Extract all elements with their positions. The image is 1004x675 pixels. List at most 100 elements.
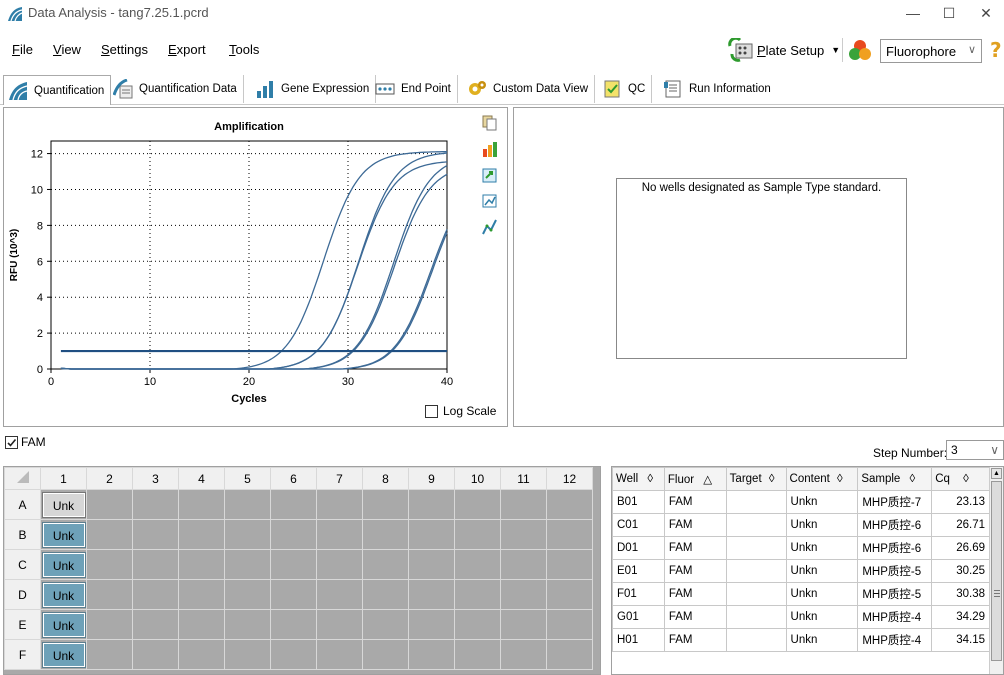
plate-well[interactable]: [408, 639, 455, 670]
copy-icon[interactable]: [481, 114, 499, 132]
plate-col-header[interactable]: 8: [362, 467, 409, 490]
export-chart-icon[interactable]: [481, 166, 499, 184]
col-header-target[interactable]: Target ◊: [725, 467, 787, 491]
scroll-thumb[interactable]: [991, 481, 1002, 661]
log-scale-checkbox[interactable]: [425, 404, 438, 418]
plate-well[interactable]: [316, 489, 363, 520]
plate-well[interactable]: [500, 519, 547, 550]
plate-well[interactable]: [454, 549, 501, 580]
plate-well[interactable]: [362, 549, 409, 580]
plate-well[interactable]: [224, 639, 271, 670]
col-header-content[interactable]: Content ◊: [785, 467, 859, 491]
plate-well[interactable]: [546, 519, 593, 550]
plate-well[interactable]: [500, 549, 547, 580]
plate-well[interactable]: [454, 579, 501, 610]
fluorophore-select[interactable]: Fluorophore ∨: [880, 39, 982, 63]
plate-well[interactable]: [316, 639, 363, 670]
help-icon[interactable]: ?: [988, 39, 1004, 61]
plate-col-header[interactable]: 10: [454, 467, 501, 490]
plate-row-header[interactable]: D: [4, 579, 41, 610]
plate-well[interactable]: [408, 579, 455, 610]
plate-well[interactable]: [408, 549, 455, 580]
plate-well[interactable]: Unk: [40, 639, 87, 670]
maximize-button[interactable]: ☐: [931, 2, 967, 26]
plate-well[interactable]: [178, 639, 225, 670]
plate-well[interactable]: [270, 519, 317, 550]
well-unknown-badge[interactable]: Unk: [41, 491, 86, 518]
plate-well[interactable]: [454, 489, 501, 520]
plate-well[interactable]: [132, 579, 179, 610]
table-row[interactable]: F01 FAM Unkn MHP质控-5 30.38: [612, 582, 990, 606]
plate-well[interactable]: [86, 609, 133, 640]
menu-view[interactable]: View: [53, 42, 81, 57]
tab-end-point[interactable]: End Point: [371, 75, 458, 103]
tab-gene-expression[interactable]: Gene Expression: [251, 75, 377, 103]
plate-well[interactable]: [132, 639, 179, 670]
well-unknown-badge[interactable]: Unk: [41, 521, 86, 548]
well-unknown-badge[interactable]: Unk: [41, 551, 86, 578]
plate-corner[interactable]: [4, 467, 41, 490]
plate-well[interactable]: [270, 639, 317, 670]
plate-well[interactable]: [86, 639, 133, 670]
plate-well[interactable]: [86, 519, 133, 550]
plate-well[interactable]: [454, 609, 501, 640]
plate-well[interactable]: Unk: [40, 549, 87, 580]
plate-well[interactable]: [224, 579, 271, 610]
well-unknown-badge[interactable]: Unk: [41, 581, 86, 608]
menu-tools[interactable]: Tools: [229, 42, 259, 57]
tab-run-information[interactable]: Run Information: [659, 75, 777, 103]
table-row[interactable]: H01 FAM Unkn MHP质控-4 34.15: [612, 628, 990, 652]
plate-well[interactable]: [500, 489, 547, 520]
table-row[interactable]: C01 FAM Unkn MHP质控-6 26.71: [612, 513, 990, 537]
plate-well[interactable]: [500, 579, 547, 610]
plate-well[interactable]: [500, 609, 547, 640]
scroll-up-icon[interactable]: ▲: [991, 468, 1002, 479]
table-row[interactable]: G01 FAM Unkn MHP质控-4 34.29: [612, 605, 990, 629]
plate-well[interactable]: [86, 489, 133, 520]
plate-well[interactable]: Unk: [40, 489, 87, 520]
log-scale-toggle[interactable]: Log Scale: [425, 404, 496, 418]
col-header-well[interactable]: Well ◊: [612, 467, 665, 491]
plate-well[interactable]: [132, 519, 179, 550]
plate-well[interactable]: [408, 489, 455, 520]
col-header-fluor[interactable]: Fluor △: [663, 467, 727, 491]
plate-setup-button[interactable]: Plate Setup ▼: [728, 38, 840, 62]
plate-well[interactable]: [224, 549, 271, 580]
plate-row-header[interactable]: A: [4, 489, 41, 520]
plate-well[interactable]: [362, 519, 409, 550]
color-circles-icon[interactable]: [847, 37, 873, 63]
plate-well[interactable]: [224, 609, 271, 640]
plate-col-header[interactable]: 11: [500, 467, 547, 490]
plate-well[interactable]: [546, 549, 593, 580]
plate-well[interactable]: [132, 609, 179, 640]
plate-well[interactable]: [178, 609, 225, 640]
table-row[interactable]: D01 FAM Unkn MHP质控-6 26.69: [612, 536, 990, 560]
plate-col-header[interactable]: 5: [224, 467, 271, 490]
col-header-sample[interactable]: Sample ◊: [857, 467, 933, 491]
plate-well[interactable]: [270, 609, 317, 640]
plate-col-header[interactable]: 1: [40, 467, 87, 490]
curve-fit-icon[interactable]: [481, 218, 499, 236]
plate-well[interactable]: [362, 609, 409, 640]
table-row[interactable]: E01 FAM Unkn MHP质控-5 30.25: [612, 559, 990, 583]
results-scrollbar[interactable]: ▲: [989, 467, 1003, 674]
well-unknown-badge[interactable]: Unk: [41, 611, 86, 638]
plate-well[interactable]: Unk: [40, 609, 87, 640]
plate-well[interactable]: [316, 519, 363, 550]
plate-well[interactable]: [454, 519, 501, 550]
plate-well[interactable]: [546, 489, 593, 520]
plate-well[interactable]: [362, 579, 409, 610]
fam-filter[interactable]: FAM: [5, 435, 46, 449]
plate-well[interactable]: [178, 579, 225, 610]
plate-well[interactable]: [362, 639, 409, 670]
plate-col-header[interactable]: 7: [316, 467, 363, 490]
plate-well[interactable]: [178, 519, 225, 550]
tab-qc[interactable]: QC: [598, 75, 653, 103]
plate-well[interactable]: [316, 579, 363, 610]
menu-settings[interactable]: Settings: [101, 42, 148, 57]
plate-well[interactable]: [86, 549, 133, 580]
plate-col-header[interactable]: 4: [178, 467, 225, 490]
plate-col-header[interactable]: 9: [408, 467, 455, 490]
plate-col-header[interactable]: 2: [86, 467, 133, 490]
plate-well[interactable]: [316, 609, 363, 640]
